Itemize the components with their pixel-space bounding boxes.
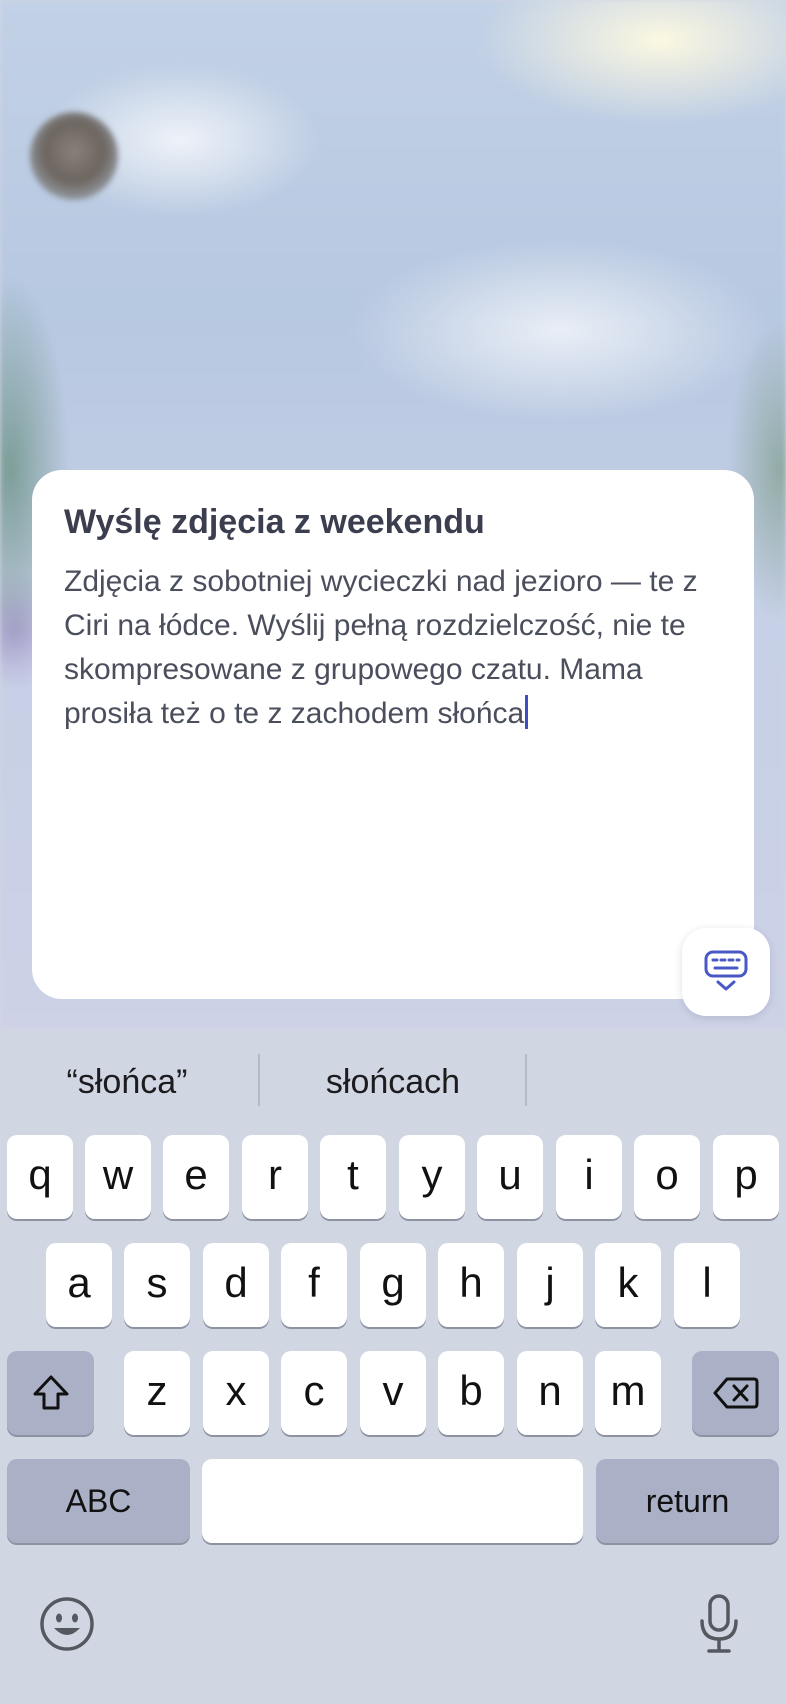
emoji-button[interactable] bbox=[36, 1593, 98, 1655]
key-i[interactable]: i bbox=[556, 1135, 622, 1219]
key-d[interactable]: d bbox=[203, 1243, 269, 1327]
emoji-icon bbox=[40, 1597, 94, 1651]
key-q[interactable]: q bbox=[7, 1135, 73, 1219]
key-g[interactable]: g bbox=[360, 1243, 426, 1327]
backspace-icon bbox=[713, 1377, 758, 1409]
key-a[interactable]: a bbox=[46, 1243, 112, 1327]
key-o[interactable]: o bbox=[634, 1135, 700, 1219]
key-s[interactable]: s bbox=[124, 1243, 190, 1327]
key-t[interactable]: t bbox=[320, 1135, 386, 1219]
key-u[interactable]: u bbox=[477, 1135, 543, 1219]
microphone-icon bbox=[700, 1594, 738, 1653]
key-n[interactable]: n bbox=[517, 1351, 583, 1435]
avatar[interactable] bbox=[30, 112, 118, 200]
key-f[interactable]: f bbox=[281, 1243, 347, 1327]
suggestion-divider bbox=[258, 1054, 260, 1106]
keyboard: “słońca” słońcach q w e r t y u i o p a … bbox=[0, 1030, 786, 1704]
key-m[interactable]: m bbox=[595, 1351, 661, 1435]
key-z[interactable]: z bbox=[124, 1351, 190, 1435]
return-key[interactable]: return bbox=[596, 1459, 779, 1543]
note-card[interactable]: Wyślę zdjęcia z weekendu Zdjęcia z sobot… bbox=[32, 470, 754, 999]
key-c[interactable]: c bbox=[281, 1351, 347, 1435]
suggestion-bar: “słońca” słońcach bbox=[0, 1030, 786, 1134]
shift-icon bbox=[33, 1375, 68, 1410]
key-p[interactable]: p bbox=[713, 1135, 779, 1219]
shift-key[interactable] bbox=[7, 1351, 94, 1435]
dictation-button[interactable] bbox=[692, 1589, 746, 1659]
suggestion-2[interactable]: słońcach bbox=[268, 1052, 518, 1112]
keyboard-dismiss-icon bbox=[702, 946, 750, 999]
key-e[interactable]: e bbox=[163, 1135, 229, 1219]
suggestion-1[interactable]: “słońca” bbox=[2, 1052, 252, 1112]
note-title[interactable]: Wyślę zdjęcia z weekendu bbox=[64, 500, 722, 544]
key-j[interactable]: j bbox=[517, 1243, 583, 1327]
key-l[interactable]: l bbox=[674, 1243, 740, 1327]
note-body-text: Zdjęcia z sobotniej wycieczki nad jezior… bbox=[64, 565, 698, 730]
suggestion-divider bbox=[525, 1054, 527, 1106]
key-k[interactable]: k bbox=[595, 1243, 661, 1327]
key-r[interactable]: r bbox=[242, 1135, 308, 1219]
key-h[interactable]: h bbox=[438, 1243, 504, 1327]
key-b[interactable]: b bbox=[438, 1351, 504, 1435]
note-body-editor[interactable]: Zdjęcia z sobotniej wycieczki nad jezior… bbox=[64, 560, 722, 736]
backspace-key[interactable] bbox=[692, 1351, 779, 1435]
key-w[interactable]: w bbox=[85, 1135, 151, 1219]
key-x[interactable]: x bbox=[203, 1351, 269, 1435]
key-y[interactable]: y bbox=[399, 1135, 465, 1219]
keyboard-dismiss-button[interactable] bbox=[682, 928, 770, 1016]
key-v[interactable]: v bbox=[360, 1351, 426, 1435]
abc-key[interactable]: ABC bbox=[7, 1459, 190, 1543]
suggestion-3[interactable] bbox=[534, 1052, 784, 1112]
space-key[interactable] bbox=[202, 1459, 583, 1543]
text-cursor bbox=[525, 695, 529, 729]
